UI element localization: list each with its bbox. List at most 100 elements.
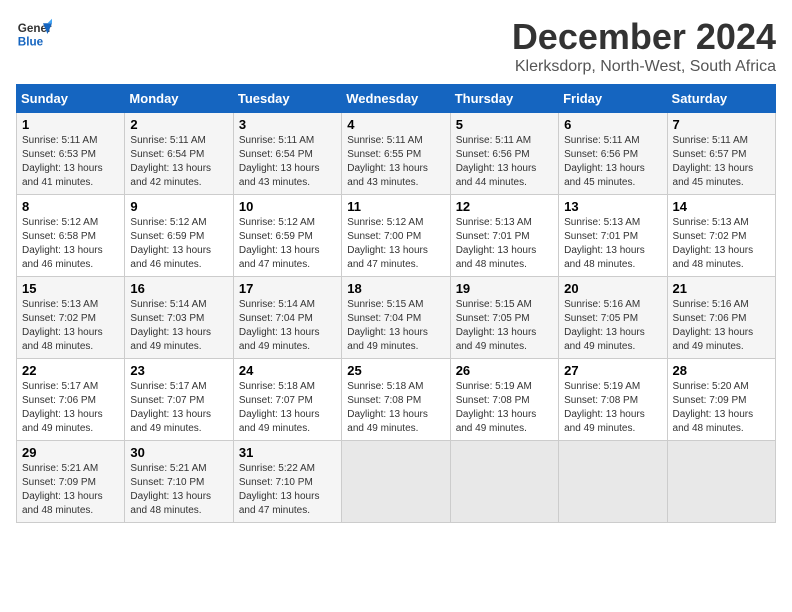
day-info: Sunrise: 5:11 AM Sunset: 6:54 PM Dayligh… <box>130 134 227 190</box>
day-info: Sunrise: 5:12 AM Sunset: 6:59 PM Dayligh… <box>239 216 336 272</box>
day-number: 18 <box>347 281 444 296</box>
calendar-cell <box>559 441 667 523</box>
calendar-cell: 26 Sunrise: 5:19 AM Sunset: 7:08 PM Dayl… <box>450 359 558 441</box>
calendar-table: SundayMondayTuesdayWednesdayThursdayFrid… <box>16 84 776 523</box>
day-number: 21 <box>673 281 770 296</box>
calendar-cell: 6 Sunrise: 5:11 AM Sunset: 6:56 PM Dayli… <box>559 113 667 195</box>
calendar-cell: 18 Sunrise: 5:15 AM Sunset: 7:04 PM Dayl… <box>342 277 450 359</box>
day-number: 14 <box>673 199 770 214</box>
calendar-cell: 8 Sunrise: 5:12 AM Sunset: 6:58 PM Dayli… <box>17 195 125 277</box>
calendar-cell: 22 Sunrise: 5:17 AM Sunset: 7:06 PM Dayl… <box>17 359 125 441</box>
calendar-subtitle: Klerksdorp, North-West, South Africa <box>512 58 776 76</box>
calendar-cell: 19 Sunrise: 5:15 AM Sunset: 7:05 PM Dayl… <box>450 277 558 359</box>
calendar-cell <box>450 441 558 523</box>
day-info: Sunrise: 5:17 AM Sunset: 7:06 PM Dayligh… <box>22 380 119 436</box>
calendar-cell: 28 Sunrise: 5:20 AM Sunset: 7:09 PM Dayl… <box>667 359 775 441</box>
weekday-header: Monday <box>125 85 233 113</box>
day-number: 2 <box>130 117 227 132</box>
day-info: Sunrise: 5:21 AM Sunset: 7:10 PM Dayligh… <box>130 462 227 518</box>
day-info: Sunrise: 5:13 AM Sunset: 7:02 PM Dayligh… <box>22 298 119 354</box>
day-info: Sunrise: 5:20 AM Sunset: 7:09 PM Dayligh… <box>673 380 770 436</box>
calendar-cell: 15 Sunrise: 5:13 AM Sunset: 7:02 PM Dayl… <box>17 277 125 359</box>
calendar-cell: 20 Sunrise: 5:16 AM Sunset: 7:05 PM Dayl… <box>559 277 667 359</box>
day-info: Sunrise: 5:16 AM Sunset: 7:05 PM Dayligh… <box>564 298 661 354</box>
weekday-header: Wednesday <box>342 85 450 113</box>
day-info: Sunrise: 5:16 AM Sunset: 7:06 PM Dayligh… <box>673 298 770 354</box>
day-number: 30 <box>130 445 227 460</box>
day-number: 27 <box>564 363 661 378</box>
calendar-week-row: 22 Sunrise: 5:17 AM Sunset: 7:06 PM Dayl… <box>17 359 776 441</box>
weekday-header: Saturday <box>667 85 775 113</box>
day-number: 8 <box>22 199 119 214</box>
day-info: Sunrise: 5:11 AM Sunset: 6:55 PM Dayligh… <box>347 134 444 190</box>
calendar-cell: 7 Sunrise: 5:11 AM Sunset: 6:57 PM Dayli… <box>667 113 775 195</box>
day-info: Sunrise: 5:13 AM Sunset: 7:01 PM Dayligh… <box>456 216 553 272</box>
day-number: 10 <box>239 199 336 214</box>
logo: General Blue <box>16 16 52 52</box>
day-info: Sunrise: 5:13 AM Sunset: 7:02 PM Dayligh… <box>673 216 770 272</box>
calendar-cell: 13 Sunrise: 5:13 AM Sunset: 7:01 PM Dayl… <box>559 195 667 277</box>
day-info: Sunrise: 5:17 AM Sunset: 7:07 PM Dayligh… <box>130 380 227 436</box>
day-info: Sunrise: 5:12 AM Sunset: 6:59 PM Dayligh… <box>130 216 227 272</box>
day-number: 13 <box>564 199 661 214</box>
day-info: Sunrise: 5:11 AM Sunset: 6:56 PM Dayligh… <box>564 134 661 190</box>
day-number: 11 <box>347 199 444 214</box>
calendar-cell: 12 Sunrise: 5:13 AM Sunset: 7:01 PM Dayl… <box>450 195 558 277</box>
calendar-cell: 10 Sunrise: 5:12 AM Sunset: 6:59 PM Dayl… <box>233 195 341 277</box>
day-number: 16 <box>130 281 227 296</box>
day-info: Sunrise: 5:19 AM Sunset: 7:08 PM Dayligh… <box>456 380 553 436</box>
day-info: Sunrise: 5:22 AM Sunset: 7:10 PM Dayligh… <box>239 462 336 518</box>
calendar-cell: 4 Sunrise: 5:11 AM Sunset: 6:55 PM Dayli… <box>342 113 450 195</box>
day-info: Sunrise: 5:15 AM Sunset: 7:05 PM Dayligh… <box>456 298 553 354</box>
calendar-cell: 30 Sunrise: 5:21 AM Sunset: 7:10 PM Dayl… <box>125 441 233 523</box>
calendar-cell: 2 Sunrise: 5:11 AM Sunset: 6:54 PM Dayli… <box>125 113 233 195</box>
calendar-cell: 23 Sunrise: 5:17 AM Sunset: 7:07 PM Dayl… <box>125 359 233 441</box>
logo-icon: General Blue <box>16 16 52 52</box>
day-info: Sunrise: 5:18 AM Sunset: 7:08 PM Dayligh… <box>347 380 444 436</box>
calendar-week-row: 8 Sunrise: 5:12 AM Sunset: 6:58 PM Dayli… <box>17 195 776 277</box>
day-info: Sunrise: 5:14 AM Sunset: 7:03 PM Dayligh… <box>130 298 227 354</box>
day-number: 6 <box>564 117 661 132</box>
calendar-cell: 27 Sunrise: 5:19 AM Sunset: 7:08 PM Dayl… <box>559 359 667 441</box>
calendar-week-row: 15 Sunrise: 5:13 AM Sunset: 7:02 PM Dayl… <box>17 277 776 359</box>
weekday-header: Sunday <box>17 85 125 113</box>
day-number: 20 <box>564 281 661 296</box>
day-info: Sunrise: 5:12 AM Sunset: 7:00 PM Dayligh… <box>347 216 444 272</box>
weekday-header-row: SundayMondayTuesdayWednesdayThursdayFrid… <box>17 85 776 113</box>
title-section: December 2024 Klerksdorp, North-West, So… <box>512 16 776 76</box>
day-number: 24 <box>239 363 336 378</box>
day-info: Sunrise: 5:19 AM Sunset: 7:08 PM Dayligh… <box>564 380 661 436</box>
day-number: 9 <box>130 199 227 214</box>
calendar-cell: 25 Sunrise: 5:18 AM Sunset: 7:08 PM Dayl… <box>342 359 450 441</box>
calendar-cell: 1 Sunrise: 5:11 AM Sunset: 6:53 PM Dayli… <box>17 113 125 195</box>
day-number: 23 <box>130 363 227 378</box>
day-info: Sunrise: 5:14 AM Sunset: 7:04 PM Dayligh… <box>239 298 336 354</box>
calendar-cell: 17 Sunrise: 5:14 AM Sunset: 7:04 PM Dayl… <box>233 277 341 359</box>
calendar-cell: 5 Sunrise: 5:11 AM Sunset: 6:56 PM Dayli… <box>450 113 558 195</box>
day-number: 28 <box>673 363 770 378</box>
day-info: Sunrise: 5:21 AM Sunset: 7:09 PM Dayligh… <box>22 462 119 518</box>
calendar-cell: 16 Sunrise: 5:14 AM Sunset: 7:03 PM Dayl… <box>125 277 233 359</box>
calendar-cell: 24 Sunrise: 5:18 AM Sunset: 7:07 PM Dayl… <box>233 359 341 441</box>
day-number: 26 <box>456 363 553 378</box>
day-info: Sunrise: 5:11 AM Sunset: 6:54 PM Dayligh… <box>239 134 336 190</box>
day-info: Sunrise: 5:13 AM Sunset: 7:01 PM Dayligh… <box>564 216 661 272</box>
calendar-cell: 21 Sunrise: 5:16 AM Sunset: 7:06 PM Dayl… <box>667 277 775 359</box>
calendar-cell: 11 Sunrise: 5:12 AM Sunset: 7:00 PM Dayl… <box>342 195 450 277</box>
day-number: 25 <box>347 363 444 378</box>
day-number: 15 <box>22 281 119 296</box>
day-number: 29 <box>22 445 119 460</box>
day-number: 3 <box>239 117 336 132</box>
calendar-cell: 3 Sunrise: 5:11 AM Sunset: 6:54 PM Dayli… <box>233 113 341 195</box>
weekday-header: Tuesday <box>233 85 341 113</box>
weekday-header: Friday <box>559 85 667 113</box>
day-number: 5 <box>456 117 553 132</box>
day-number: 12 <box>456 199 553 214</box>
day-number: 1 <box>22 117 119 132</box>
day-number: 31 <box>239 445 336 460</box>
day-number: 17 <box>239 281 336 296</box>
day-number: 19 <box>456 281 553 296</box>
day-info: Sunrise: 5:12 AM Sunset: 6:58 PM Dayligh… <box>22 216 119 272</box>
day-number: 22 <box>22 363 119 378</box>
day-number: 4 <box>347 117 444 132</box>
